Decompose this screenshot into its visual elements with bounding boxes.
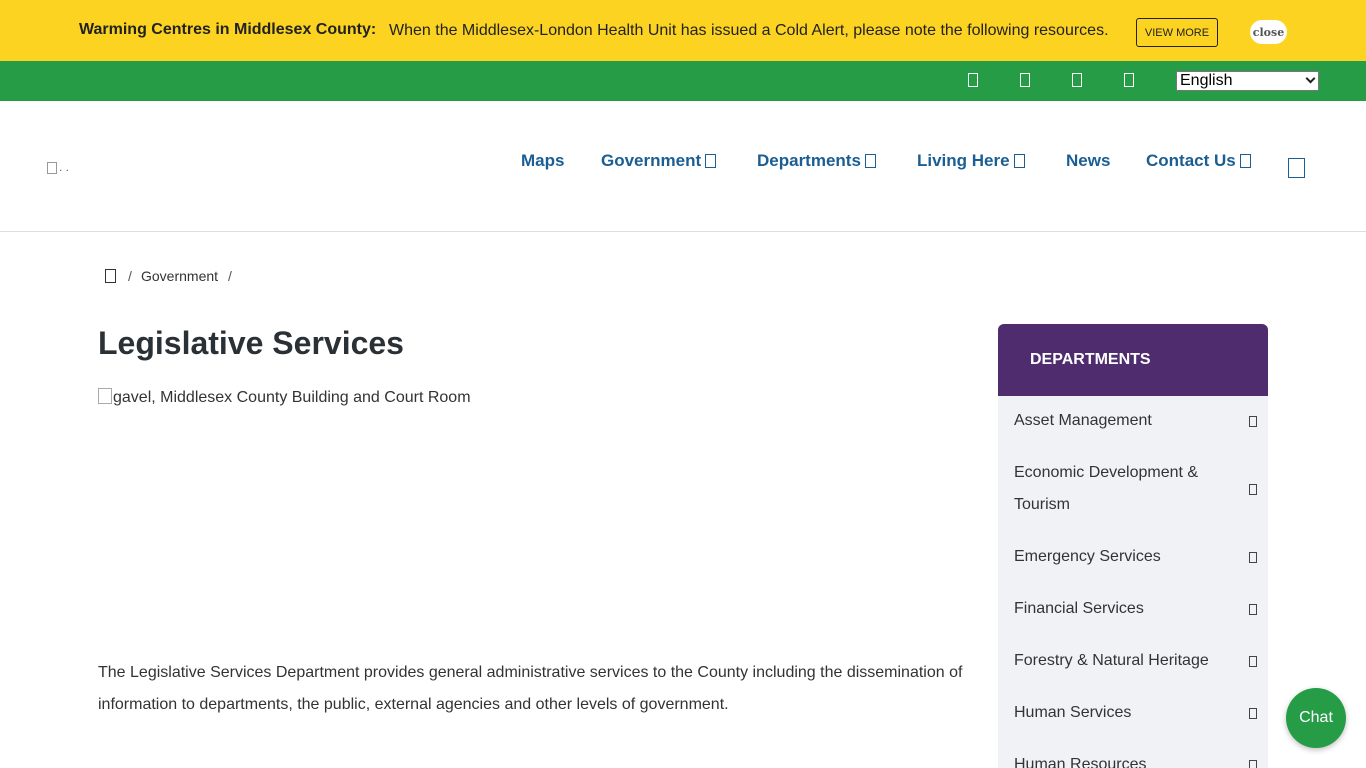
sidebar-heading: DEPARTMENTS — [998, 324, 1268, 396]
nav-item-maps[interactable]: Maps — [521, 151, 564, 171]
dropdown-icon — [1013, 154, 1025, 168]
close-alert-button[interactable]: close — [1250, 20, 1287, 44]
social-icon[interactable] — [968, 73, 978, 87]
chevron-icon[interactable] — [1249, 484, 1257, 495]
alert-text: When the Middlesex-London Health Unit ha… — [389, 22, 1109, 39]
logo-alt-text: . . — [59, 160, 70, 174]
sidebar-item-human-services[interactable]: Human Services — [1014, 697, 1244, 729]
alert-bar: Warming Centres in Middlesex County: Whe… — [0, 0, 1366, 61]
chevron-icon[interactable] — [1249, 416, 1257, 427]
nav-item-contact-us[interactable]: Contact Us — [1146, 151, 1251, 171]
chevron-icon[interactable] — [1249, 708, 1257, 719]
nav-item-news[interactable]: News — [1066, 151, 1110, 171]
home-icon[interactable] — [105, 269, 116, 283]
chevron-icon[interactable] — [1249, 760, 1257, 768]
utility-bar — [0, 61, 1366, 101]
site-header: . . Maps Government Departments Living H… — [0, 101, 1366, 232]
nav-item-departments[interactable]: Departments — [757, 151, 876, 171]
dropdown-icon — [705, 154, 717, 168]
broken-image-icon — [98, 388, 112, 404]
site-logo[interactable]: . . — [47, 160, 69, 174]
sidebar-list: Asset Management Economic Development & … — [998, 396, 1268, 768]
search-icon[interactable] — [1288, 158, 1305, 178]
breadcrumb-separator: / — [228, 268, 232, 284]
chevron-down-icon — [1305, 73, 1316, 84]
sidebar-item-human-resources[interactable]: Human Resources — [1014, 749, 1244, 768]
nav-item-government[interactable]: Government — [601, 151, 717, 171]
language-select-value: English — [1180, 72, 1233, 89]
sidebar-item-asset-management[interactable]: Asset Management — [1014, 405, 1244, 437]
chat-button[interactable]: Chat — [1286, 688, 1346, 748]
language-select[interactable]: English — [1176, 71, 1319, 91]
breadcrumb-separator: / — [128, 268, 132, 284]
breadcrumb-item-government[interactable]: Government — [141, 268, 218, 284]
nav-item-label: Maps — [521, 151, 565, 170]
nav-item-label: Government — [601, 151, 702, 170]
sidebar-item-financial-services[interactable]: Financial Services — [1014, 593, 1244, 625]
chevron-icon[interactable] — [1249, 604, 1257, 615]
dropdown-icon — [864, 154, 876, 168]
sidebar-item-economic-development[interactable]: Economic Development & Tourism — [1014, 457, 1244, 521]
nav-item-label: Contact Us — [1146, 151, 1236, 170]
sidebar-item-emergency-services[interactable]: Emergency Services — [1014, 541, 1244, 573]
chevron-icon[interactable] — [1249, 656, 1257, 667]
hero-image: gavel, Middlesex County Building and Cou… — [98, 388, 958, 628]
nav-item-label: News — [1066, 151, 1111, 170]
chevron-icon[interactable] — [1249, 552, 1257, 563]
nav-item-label: Living Here — [917, 151, 1010, 170]
intro-paragraph: The Legislative Services Department prov… — [98, 664, 963, 713]
broken-image-icon — [47, 161, 57, 174]
hero-image-alt: gavel, Middlesex County Building and Cou… — [113, 389, 471, 406]
social-icon[interactable] — [1072, 73, 1082, 87]
nav-item-living-here[interactable]: Living Here — [917, 151, 1025, 171]
social-icon[interactable] — [1020, 73, 1030, 87]
page-title: Legislative Services — [98, 325, 404, 361]
sidebar-item-forestry[interactable]: Forestry & Natural Heritage — [1014, 645, 1244, 677]
dropdown-icon — [1239, 154, 1251, 168]
view-more-button[interactable]: VIEW MORE — [1136, 18, 1218, 47]
alert-title: Warming Centres in Middlesex County: — [79, 21, 377, 38]
social-icon[interactable] — [1124, 73, 1134, 87]
nav-item-label: Departments — [757, 151, 861, 170]
